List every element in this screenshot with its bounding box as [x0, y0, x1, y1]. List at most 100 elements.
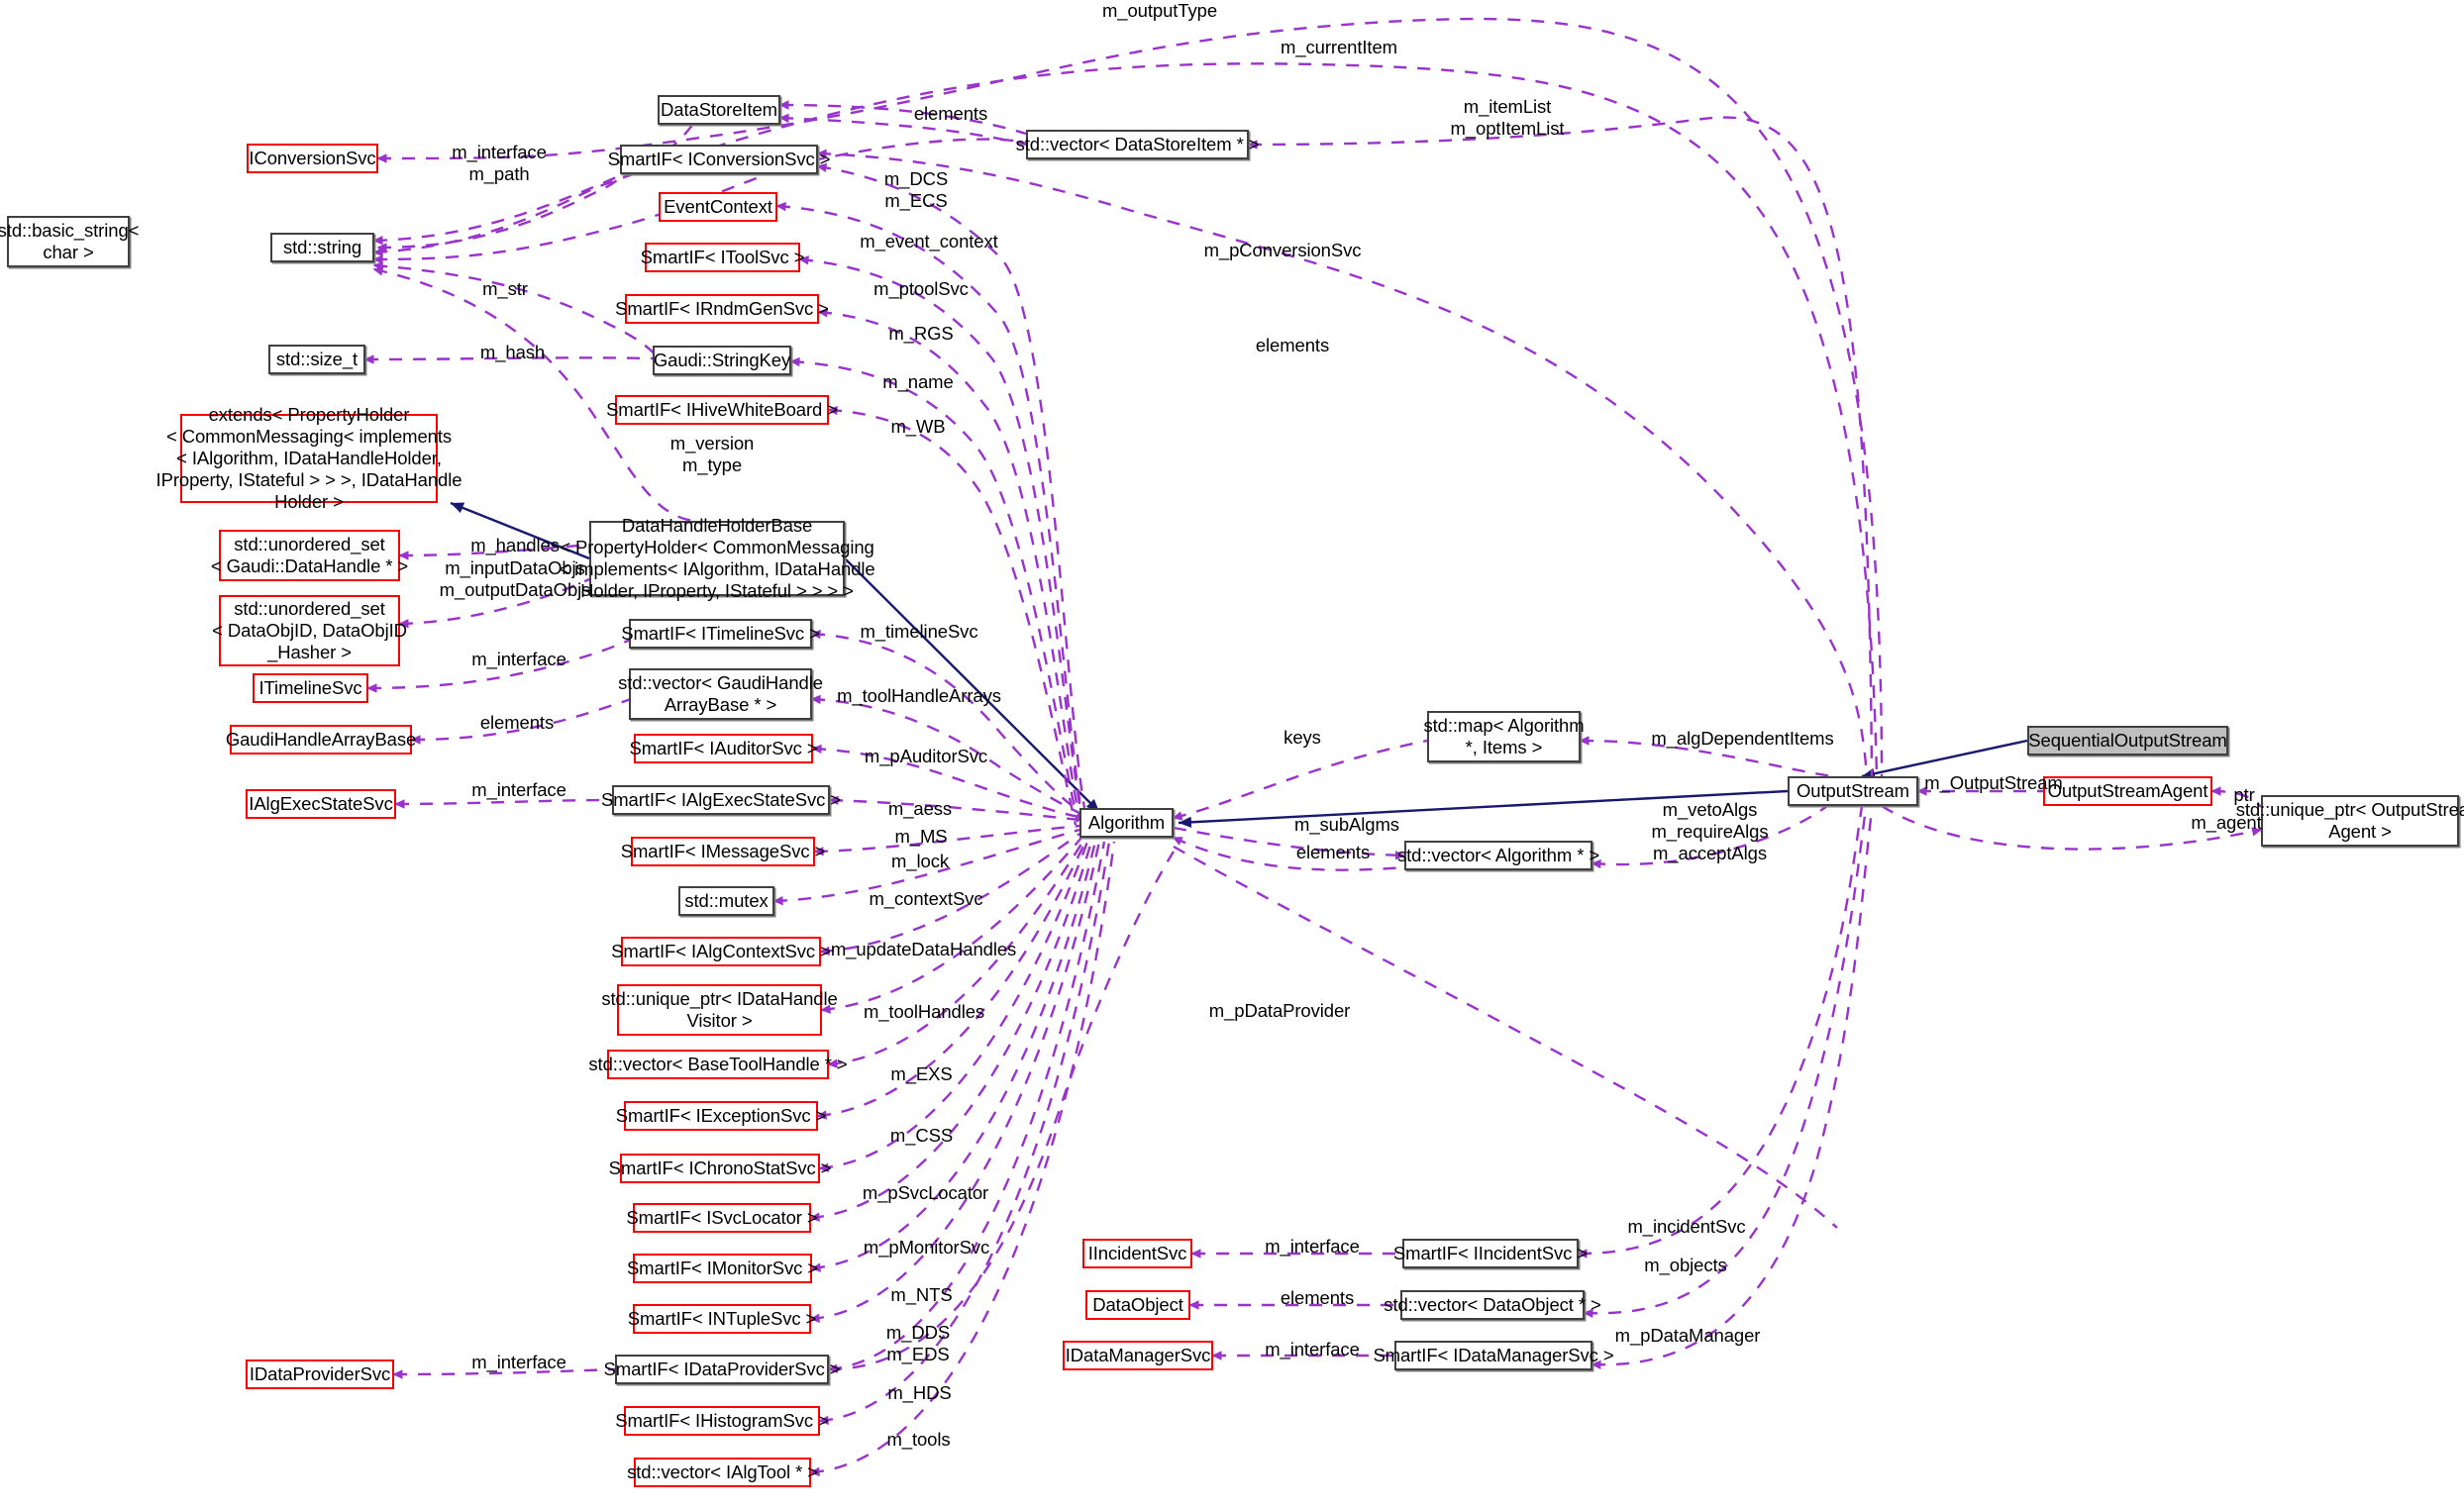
- edge-label-lbl_m_pDataManager: m_pDataManager: [1589, 1325, 1787, 1347]
- class-node-smartif_ichrono[interactable]: SmartIF< IChronoStatSvc >: [620, 1154, 820, 1183]
- class-node-itimelinesvc[interactable]: ITimelineSvc: [253, 673, 368, 703]
- class-node-uset_dataobjid[interactable]: std::unordered_set < DataObjID, DataObjI…: [219, 595, 400, 666]
- class-node-uptr_idatahandlevis[interactable]: std::unique_ptr< IDataHandle Visitor >: [617, 984, 822, 1036]
- class-node-dataobject[interactable]: DataObject: [1085, 1290, 1190, 1320]
- edge-label-lbl_m_DCS_ECS: m_DCS m_ECS: [852, 168, 980, 212]
- class-node-uset_datahandle[interactable]: std::unordered_set < Gaudi::DataHandle *…: [219, 530, 400, 581]
- class-node-smartif_ihistogram[interactable]: SmartIF< IHistogramSvc >: [624, 1406, 820, 1436]
- edge-m-incidentSvc: [1579, 806, 1862, 1254]
- class-node-vec_algorithm[interactable]: std::vector< Algorithm * >: [1404, 841, 1592, 870]
- edge-label-lbl_m_toolHandles: m_toolHandles: [835, 1001, 1013, 1023]
- edge-m-tools: [811, 842, 1114, 1472]
- class-node-smartif_intuple[interactable]: SmartIF< INTupleSvc >: [633, 1304, 811, 1334]
- class-node-iconversionsvc[interactable]: IConversionSvc: [247, 144, 378, 173]
- edge-label-lbl_m_interface_path: m_interface m_path: [420, 142, 578, 185]
- class-node-basic_string[interactable]: std::basic_string< char >: [7, 216, 130, 267]
- edge-label-lbl_m_event_context: m_event_context: [830, 231, 1028, 252]
- class-node-gaudihandlearraybase[interactable]: GaudiHandleArrayBase: [230, 725, 412, 755]
- class-node-map_alg_items[interactable]: std::map< Algorithm *, Items >: [1427, 711, 1581, 762]
- class-node-vec_basetoolhandle[interactable]: std::vector< BaseToolHandle * >: [607, 1050, 829, 1079]
- class-node-datahandleholderbase[interactable]: DataHandleHolderBase < PropertyHolder< C…: [589, 521, 845, 596]
- class-node-ialgexecstatesvc[interactable]: IAlgExecStateSvc: [246, 789, 396, 819]
- class-node-smartif_irndm[interactable]: SmartIF< IRndmGenSvc >: [625, 294, 819, 324]
- class-node-smartif_idatamanager[interactable]: SmartIF< IDataManagerSvc >: [1394, 1341, 1592, 1370]
- edge-label-lbl_m_str: m_str: [451, 278, 560, 300]
- edge-label-lbl_m_agent: m_agent: [2157, 812, 2296, 834]
- class-node-smartif_ihive[interactable]: SmartIF< IHiveWhiteBoard >: [615, 395, 829, 425]
- class-node-vec_ialgtool[interactable]: std::vector< IAlgTool * >: [634, 1458, 811, 1487]
- class-node-smartif_iauditor[interactable]: SmartIF< IAuditorSvc >: [634, 734, 813, 763]
- edge-label-lbl_m_DDS_EDS: m_DDS m_EDS: [854, 1322, 982, 1365]
- edge-m-currentItem: [374, 63, 1877, 776]
- class-node-smartif_ialgexec[interactable]: SmartIF< IAlgExecStateSvc >: [612, 785, 830, 815]
- edge-label-lbl_elements_do: elements: [1258, 1287, 1377, 1309]
- class-node-smartif_idataprov[interactable]: SmartIF< IDataProviderSvc >: [615, 1355, 829, 1384]
- edge-label-lbl_m_CSS: m_CSS: [860, 1125, 983, 1147]
- edge-label-lbl_m_itemList: m_itemList m_optItemList: [1418, 96, 1596, 140]
- edge-layer: [0, 0, 2464, 1511]
- edge-label-lbl_elements_dsi: elements: [891, 103, 1010, 125]
- edge-label-lbl_m_aess: m_aess: [856, 798, 984, 820]
- edge-label-lbl_m_interface_dm: m_interface: [1233, 1339, 1391, 1360]
- class-node-smartif_ialgcontext[interactable]: SmartIF< IAlgContextSvc >: [621, 937, 821, 966]
- edge-label-lbl_m_pDataProvider: m_pDataProvider: [1181, 1000, 1379, 1022]
- edge-inherit-seq-outputstream: [1862, 741, 2027, 776]
- edge-m-DCS-ECS: [818, 166, 1084, 808]
- edge-label-lbl_m_lock: m_lock: [856, 851, 984, 872]
- class-node-vec_datastoreitem[interactable]: std::vector< DataStoreItem * >: [1026, 130, 1249, 159]
- edge-label-lbl_elements_gh: elements: [458, 712, 576, 734]
- class-node-eventcontext[interactable]: EventContext: [659, 192, 777, 222]
- class-node-smartif_iincident[interactable]: SmartIF< IIncidentSvc >: [1402, 1239, 1579, 1268]
- edge-label-lbl_m_MS: m_MS: [862, 826, 980, 848]
- class-node-smartif_imonitor[interactable]: SmartIF< IMonitorSvc >: [633, 1254, 812, 1283]
- edge-label-lbl_m_vetoAlgs: m_vetoAlgs m_requireAlgs m_acceptAlgs: [1618, 799, 1801, 863]
- edge-label-lbl_m_interface_aess: m_interface: [440, 779, 598, 801]
- edge-label-lbl_m_contextSvc: m_contextSvc: [837, 888, 1015, 910]
- class-node-vec_dataobject[interactable]: std::vector< DataObject * >: [1400, 1290, 1585, 1320]
- class-node-smartif_isvcloc[interactable]: SmartIF< ISvcLocator >: [633, 1203, 811, 1233]
- class-node-extends_ph[interactable]: extends< PropertyHolder < CommonMessagin…: [180, 414, 438, 503]
- edge-m-pDataManager: [1592, 810, 1872, 1364]
- class-node-smartif_itimeline[interactable]: SmartIF< ITimelineSvc >: [629, 619, 812, 649]
- edge-m-itemList: [1249, 118, 1872, 776]
- edge-label-lbl_m_interface_inc: m_interface: [1233, 1236, 1391, 1258]
- edge-label-lbl_m_RGS: m_RGS: [857, 323, 985, 345]
- edge-label-lbl_m_hash: m_hash: [446, 342, 579, 363]
- edge-label-lbl_m_outputType: m_outputType: [1076, 0, 1244, 22]
- edge-label-lbl_m_in_out_dataobjs: m_inputDataObjs m_outputDataObjs: [406, 557, 624, 601]
- edge-label-lbl_m_tools: m_tools: [857, 1429, 980, 1451]
- edge-label-lbl_m_algDependentItems: m_algDependentItems: [1621, 728, 1864, 750]
- class-node-smartif_iconv[interactable]: SmartIF< IConversionSvc >: [620, 145, 818, 174]
- class-node-std_size_t[interactable]: std::size_t: [268, 345, 365, 374]
- class-node-algorithm[interactable]: Algorithm: [1079, 808, 1174, 838]
- edge-label-lbl_m_timelineSvc: m_timelineSvc: [830, 621, 1008, 643]
- class-node-gaudi_stringkey[interactable]: Gaudi::StringKey: [653, 346, 791, 375]
- edge-label-lbl_m_interface_tl: m_interface: [440, 649, 598, 670]
- class-node-idatamanagersvc[interactable]: IDataManagerSvc: [1063, 1341, 1213, 1370]
- class-node-iincidentsvc[interactable]: IIncidentSvc: [1082, 1239, 1192, 1268]
- edge-label-lbl_m_ptoolSvc: m_ptoolSvc: [847, 278, 995, 300]
- class-node-std_string[interactable]: std::string: [270, 233, 374, 262]
- edge-label-lbl_m_WB: m_WB: [859, 416, 977, 438]
- edge-label-lbl_m_updateDataHandles: m_updateDataHandles: [802, 939, 1045, 960]
- edge-label-lbl_m_name: m_name: [849, 371, 987, 393]
- edge-label-lbl_m_pSvcLocator: m_pSvcLocator: [834, 1182, 1017, 1204]
- class-node-smartif_imessage[interactable]: SmartIF< IMessageSvc >: [631, 837, 815, 866]
- edge-label-lbl_m_version_type: m_version m_type: [633, 433, 791, 476]
- edge-label-lbl_m_HDS: m_HDS: [858, 1382, 981, 1404]
- class-node-sequentialoutput[interactable]: SequentialOutputStream: [2027, 726, 2228, 756]
- edge-label-lbl_m_NTS: m_NTS: [860, 1284, 983, 1306]
- edge-label-lbl_m_OutputStream: m_OutputStream: [1895, 772, 2093, 794]
- edge-label-lbl_elements_right: elements: [1233, 335, 1352, 356]
- edge-label-lbl_m_pMonitorSvc: m_pMonitorSvc: [835, 1237, 1018, 1259]
- edge-label-lbl_m_subAlgms: m_subAlgms: [1263, 814, 1431, 836]
- class-node-std_mutex[interactable]: std::mutex: [678, 886, 774, 916]
- class-node-idataprovidersvc[interactable]: IDataProviderSvc: [246, 1360, 394, 1389]
- edge-label-lbl_m_objects: m_objects: [1611, 1255, 1760, 1276]
- class-node-smartif_iexception[interactable]: SmartIF< IExceptionSvc >: [624, 1101, 818, 1131]
- edge-label-lbl_m_pAuditorSvc: m_pAuditorSvc: [837, 746, 1015, 767]
- class-node-datastoreitem[interactable]: DataStoreItem: [658, 95, 780, 125]
- class-node-smartif_itool[interactable]: SmartIF< IToolSvc >: [645, 243, 800, 272]
- edge-label-lbl_m_handles: m_handles: [436, 535, 594, 556]
- class-node-vec_gaudihandle[interactable]: std::vector< GaudiHandle ArrayBase * >: [629, 668, 812, 720]
